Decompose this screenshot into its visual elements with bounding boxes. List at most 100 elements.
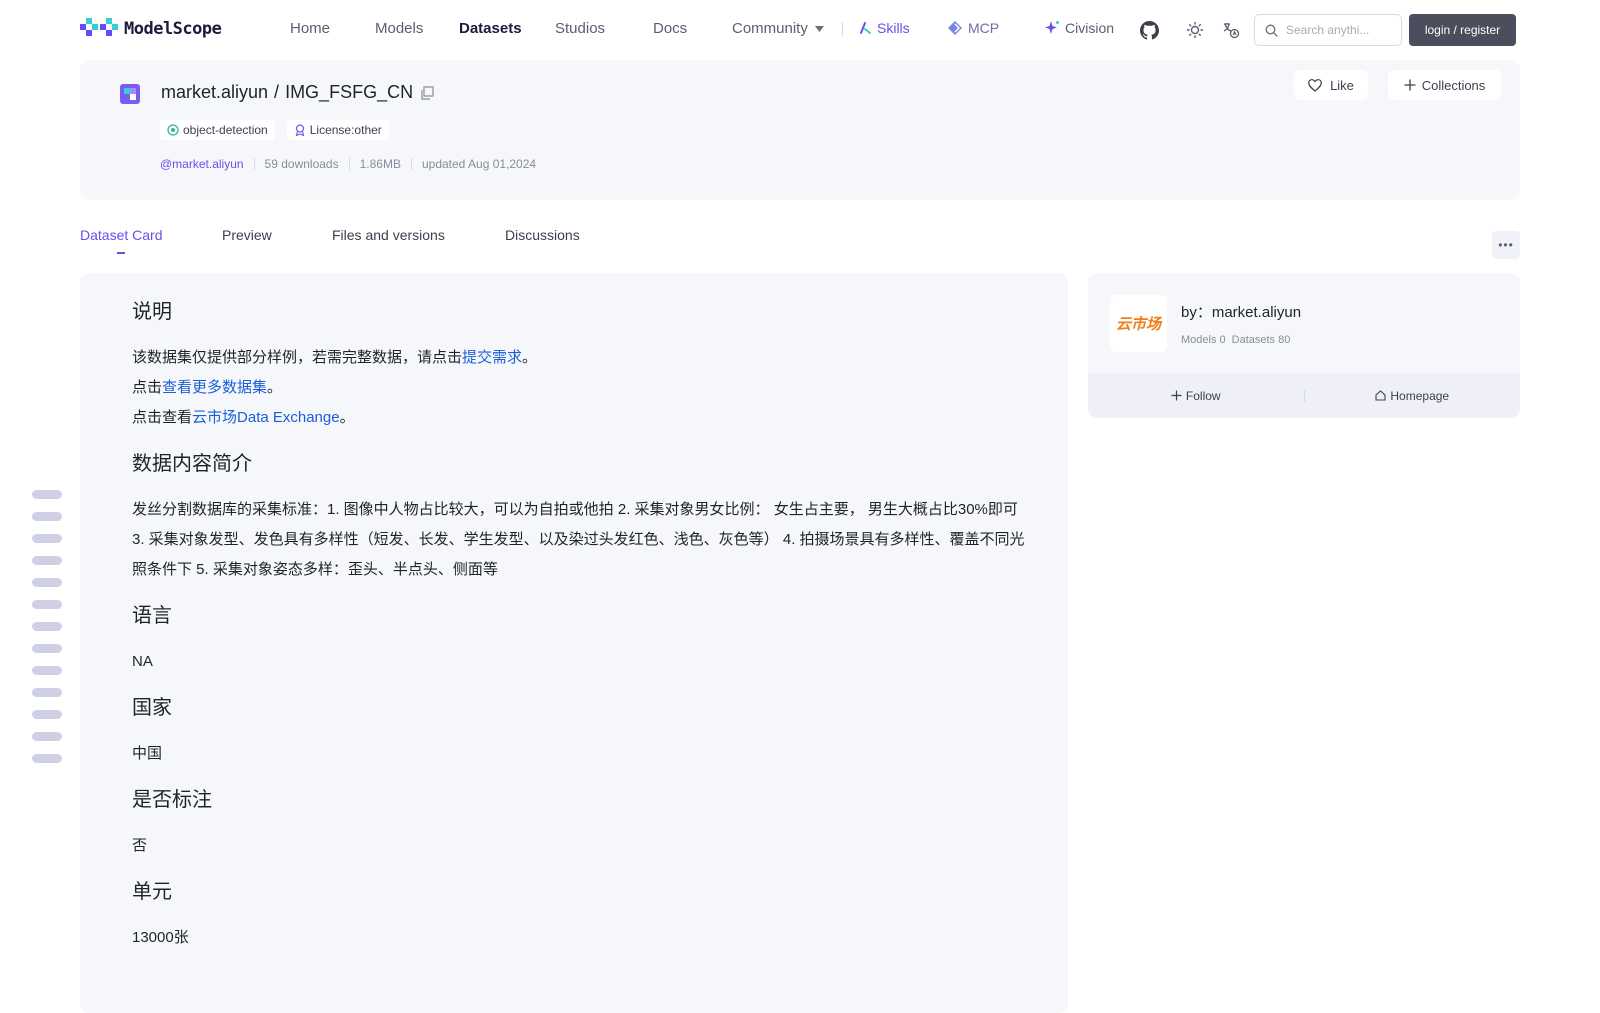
outline-item[interactable] — [32, 512, 62, 521]
text: 。 — [267, 379, 283, 396]
meta-divider — [348, 158, 350, 170]
nav-home[interactable]: Home — [290, 20, 330, 37]
nav-civision-label: Civision — [1065, 20, 1115, 36]
publisher-card: 云市场 by：market.aliyun Models 0 Datasets 8… — [1088, 273, 1520, 418]
outline-item[interactable] — [32, 600, 62, 609]
homepage-button[interactable]: Homepage — [1305, 389, 1521, 403]
outline-item[interactable] — [32, 622, 62, 631]
outline-item[interactable] — [32, 644, 62, 653]
modelscope-logo-icon — [80, 18, 118, 36]
section-title: 数据内容简介 — [132, 453, 252, 475]
nav-civision[interactable]: Civision — [1044, 20, 1114, 36]
nav-models[interactable]: Models — [375, 20, 423, 37]
outline-item[interactable] — [32, 578, 62, 587]
plus-icon — [1404, 79, 1416, 91]
meta-divider — [410, 158, 412, 170]
nav-mcp[interactable]: MCP — [947, 20, 999, 36]
copy-icon[interactable] — [419, 85, 435, 101]
more-options-icon[interactable]: ••• — [1492, 231, 1520, 259]
publisher-logo[interactable]: 云市场 — [1110, 295, 1167, 352]
target-icon — [167, 124, 179, 136]
paragraph: 该数据集仅提供部分样例，若需完整数据，请点击提交需求。 — [132, 343, 1032, 373]
dataset-owner-link[interactable]: market.aliyun — [161, 82, 268, 103]
section-title: 国家 — [132, 697, 172, 719]
section-title: 是否标注 — [132, 789, 212, 811]
skills-icon — [860, 22, 871, 34]
tab-dataset-card[interactable]: Dataset Card — [80, 227, 162, 243]
homepage-label: Homepage — [1390, 388, 1450, 403]
paragraph: NA — [132, 653, 153, 670]
heart-icon — [1308, 78, 1322, 92]
owner-handle-link[interactable]: @market.aliyun — [160, 157, 244, 171]
like-label: Like — [1330, 77, 1354, 93]
outline-item[interactable] — [32, 754, 62, 763]
outline-item[interactable] — [32, 688, 62, 697]
nav-community-label: Community — [732, 20, 808, 37]
search-box[interactable] — [1254, 14, 1402, 46]
text: 该数据集仅提供部分样例，若需完整数据，请点击 — [132, 349, 463, 366]
collections-label: Collections — [1421, 77, 1486, 93]
publisher-actions: Follow Homepage — [1088, 373, 1520, 418]
language-switch-icon[interactable] — [1220, 19, 1242, 41]
tag-task[interactable]: object-detection — [160, 120, 275, 140]
mcp-icon — [948, 21, 962, 35]
login-register-button[interactable]: login / register — [1409, 14, 1516, 46]
section-title: 说明 — [132, 301, 172, 323]
nav-docs[interactable]: Docs — [653, 20, 687, 37]
tab-files-and-versions[interactable]: Files and versions — [332, 227, 445, 243]
section-title: 语言 — [132, 605, 172, 627]
nav-skills-label: Skills — [877, 20, 910, 36]
tag-license-label: License:other — [309, 123, 382, 137]
section-description: 说明 该数据集仅提供部分样例，若需完整数据，请点击提交需求。 点击查看更多数据集… — [132, 297, 1032, 433]
like-button[interactable]: Like — [1294, 70, 1368, 100]
nav-skills[interactable]: Skills — [858, 20, 910, 36]
publisher-stats: Models 0 Datasets 80 — [1181, 334, 1290, 346]
section-country: 国家 中国 — [132, 693, 1032, 769]
publisher-name[interactable]: by：market.aliyun — [1181, 301, 1301, 322]
publisher-models-count: Models 0 — [1181, 334, 1226, 346]
nav-datasets[interactable]: Datasets — [459, 20, 522, 37]
paragraph: 发丝分割数据库的采集标准：1. 图像中人物占比较大，可以为自拍或他拍 2. 采集… — [132, 501, 1025, 578]
section-language: 语言 NA — [132, 601, 1032, 677]
outline-item[interactable] — [32, 710, 62, 719]
sparkle-icon — [1045, 21, 1059, 34]
tag-license[interactable]: License:other — [286, 120, 389, 140]
section-annotated: 是否标注 否 — [132, 785, 1032, 861]
search-input[interactable] — [1286, 23, 1394, 37]
outline-item[interactable] — [32, 666, 62, 675]
nav-studios[interactable]: Studios — [555, 20, 605, 37]
nav-divider — [842, 22, 843, 36]
submit-request-link[interactable]: 提交需求 — [462, 349, 522, 366]
tab-discussions[interactable]: Discussions — [505, 227, 580, 243]
theme-toggle-sun-icon[interactable] — [1184, 19, 1206, 41]
home-icon — [1375, 390, 1386, 401]
award-icon — [295, 124, 304, 136]
section-content-summary: 数据内容简介 发丝分割数据库的采集标准：1. 图像中人物占比较大，可以为自拍或他… — [132, 449, 1032, 585]
text: 点击 — [132, 379, 163, 396]
github-icon[interactable] — [1138, 19, 1160, 41]
dataset-tags: object-detection License:other — [160, 120, 389, 140]
tab-preview[interactable]: Preview — [222, 227, 272, 243]
section-title: 单元 — [132, 881, 172, 903]
follow-button[interactable]: Follow — [1088, 389, 1304, 403]
meta-divider — [253, 158, 255, 170]
outline-item[interactable] — [32, 534, 62, 543]
nav-community[interactable]: Community — [732, 20, 824, 37]
paragraph: 点击查看更多数据集。 — [132, 373, 1032, 403]
caret-down-icon — [814, 25, 824, 32]
dataset-card-content: 说明 该数据集仅提供部分样例，若需完整数据，请点击提交需求。 点击查看更多数据集… — [80, 273, 1068, 1013]
dataset-size: 1.86MB — [359, 157, 401, 171]
updated-date: updated Aug 01,2024 — [421, 157, 537, 171]
data-exchange-link[interactable]: 云市场Data Exchange — [192, 409, 340, 426]
outline-item[interactable] — [32, 556, 62, 565]
plus-icon — [1171, 390, 1182, 401]
outline-item[interactable] — [32, 490, 62, 499]
dataset-meta: @market.aliyun 59 downloads 1.86MB updat… — [160, 157, 536, 171]
dataset-header: market.aliyun / IMG_FSFG_CN object-detec… — [80, 60, 1520, 200]
outline-item[interactable] — [32, 732, 62, 741]
modelscope-logo[interactable]: ModelScope — [80, 18, 222, 40]
collections-button[interactable]: Collections — [1388, 70, 1501, 100]
active-tab-indicator — [117, 252, 125, 254]
more-datasets-link[interactable]: 查看更多数据集 — [162, 379, 267, 396]
follow-label: Follow — [1185, 388, 1221, 403]
